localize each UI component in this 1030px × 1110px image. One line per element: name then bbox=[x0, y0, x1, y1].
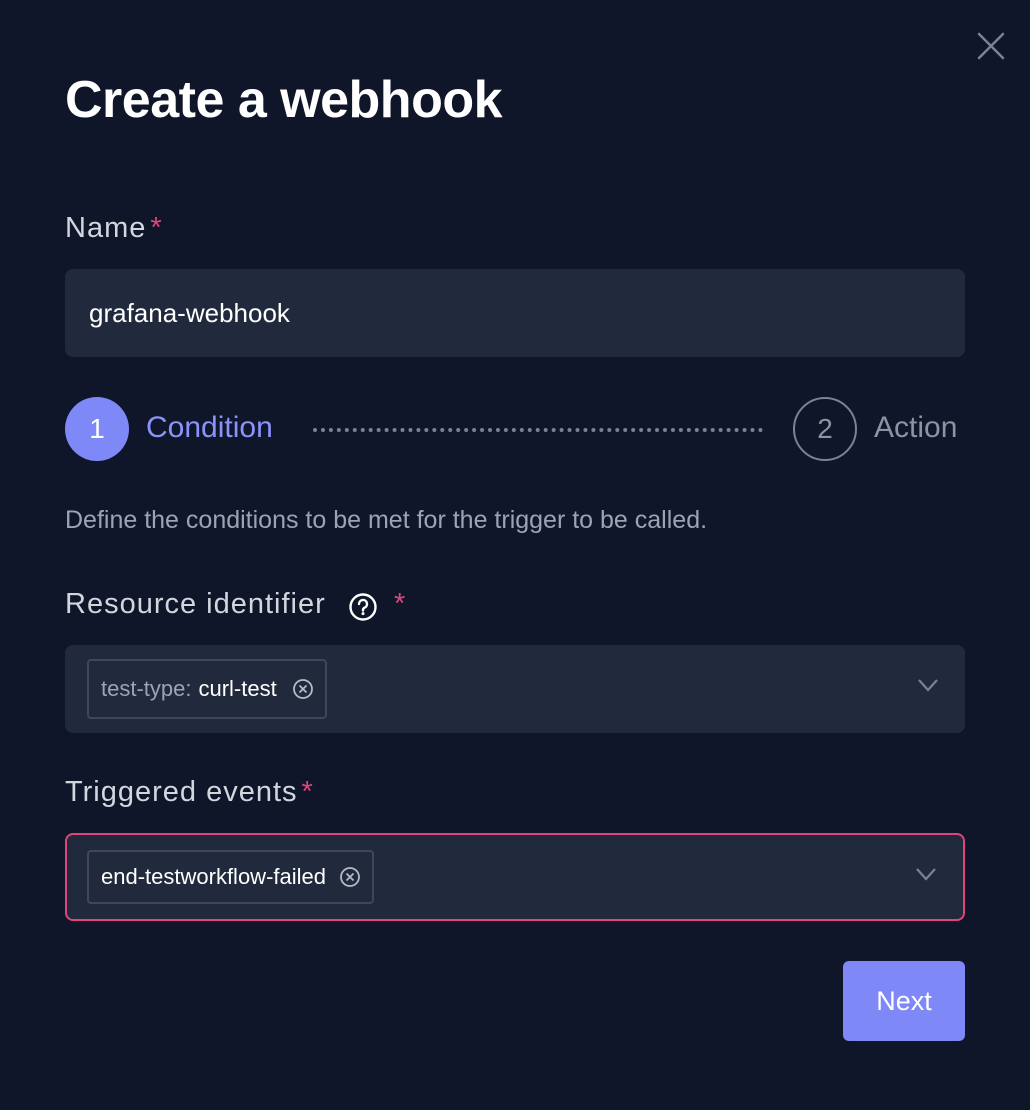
close-icon[interactable] bbox=[974, 29, 1008, 63]
dialog-title: Create a webhook bbox=[65, 71, 503, 129]
remove-chip-icon[interactable] bbox=[291, 677, 315, 701]
chip-value: end-testworkflow-failed bbox=[101, 864, 326, 889]
resource-identifier-label-text: Resource identifier bbox=[65, 588, 326, 620]
required-mark: * bbox=[394, 588, 406, 620]
triggered-events-label: Triggered events * bbox=[65, 776, 314, 809]
required-mark: * bbox=[301, 776, 314, 808]
step-1-indicator: 1 bbox=[65, 397, 129, 461]
question-circle-icon[interactable] bbox=[348, 592, 378, 622]
create-webhook-dialog: Create a webhook Name* 1 Condition 2 Act… bbox=[0, 0, 1030, 1110]
step-1-label: Condition bbox=[146, 411, 273, 444]
name-label: Name * bbox=[65, 212, 163, 245]
stepper-connector bbox=[313, 428, 763, 432]
required-mark: * bbox=[150, 212, 163, 244]
triggered-events-label-text: Triggered events bbox=[65, 776, 298, 808]
remove-chip-icon[interactable] bbox=[338, 865, 362, 889]
step-2-indicator: 2 bbox=[793, 397, 857, 461]
triggered-events-select[interactable]: end-testworkflow-failed bbox=[65, 833, 965, 921]
chip-key: test-type: bbox=[101, 676, 192, 701]
chevron-down-icon[interactable] bbox=[915, 867, 937, 881]
resource-identifier-chip: test-type: curl-test bbox=[87, 659, 327, 719]
name-input[interactable] bbox=[65, 269, 965, 357]
resource-identifier-label: Resource identifier bbox=[65, 588, 326, 621]
step-2-label: Action bbox=[874, 411, 958, 444]
triggered-event-chip: end-testworkflow-failed bbox=[87, 850, 374, 904]
step-description: Define the conditions to be met for the … bbox=[65, 506, 708, 534]
name-label-text: Name bbox=[65, 212, 147, 244]
next-button[interactable]: Next bbox=[843, 961, 965, 1041]
resource-identifier-select[interactable]: test-type: curl-test bbox=[65, 645, 965, 733]
chip-value: curl-test bbox=[198, 676, 277, 701]
chevron-down-icon[interactable] bbox=[917, 678, 939, 692]
